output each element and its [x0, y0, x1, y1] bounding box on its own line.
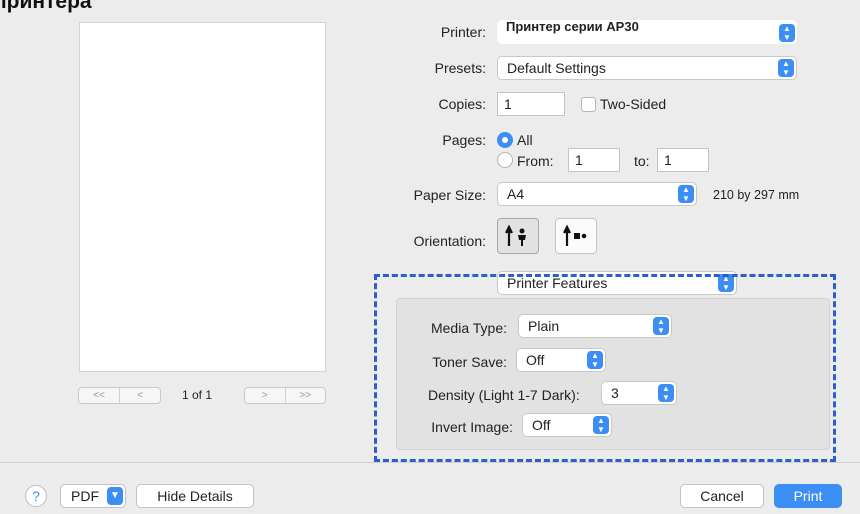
two-sided-checkbox[interactable]: [581, 97, 596, 112]
help-button[interactable]: ?: [25, 485, 47, 507]
pages-to-label: to:: [634, 153, 650, 169]
printer-value: Принтер серии AP30: [506, 19, 639, 34]
pages-all-label: All: [517, 132, 533, 148]
printer-select[interactable]: Принтер серии AP30 ▲ ▼: [497, 20, 797, 44]
paper-size-stepper-icon: ▲ ▼: [678, 185, 694, 203]
paper-size-select[interactable]: A4 ▲ ▼: [497, 182, 697, 206]
pdf-label: PDF: [71, 488, 99, 504]
footer-divider: [0, 462, 860, 463]
preview-back-control: << <: [78, 387, 161, 404]
pages-from-label: From:: [517, 153, 554, 169]
landscape-orientation-button[interactable]: [555, 218, 597, 254]
hide-details-button[interactable]: Hide Details: [136, 484, 254, 508]
presets-label: Presets:: [434, 60, 486, 76]
highlight-box: [374, 274, 836, 462]
previous-page-button[interactable]: <: [119, 388, 160, 403]
print-button[interactable]: Print: [774, 484, 842, 508]
cancel-button[interactable]: Cancel: [680, 484, 764, 508]
page-indicator: 1 of 1: [182, 388, 213, 402]
copies-input[interactable]: 1: [497, 92, 565, 116]
copies-label: Copies:: [438, 96, 486, 112]
pages-from-input[interactable]: 1: [568, 148, 620, 172]
landscape-icon: [563, 224, 587, 246]
paper-size-value: A4: [507, 186, 525, 202]
next-page-button[interactable]: >: [245, 388, 285, 403]
last-page-button[interactable]: >>: [284, 388, 326, 403]
pages-from-radio[interactable]: [497, 152, 513, 168]
presets-stepper-icon: ▲ ▼: [778, 59, 794, 77]
portrait-orientation-button[interactable]: [497, 218, 539, 254]
pages-all-radio[interactable]: [497, 132, 513, 148]
orientation-label: Orientation:: [413, 233, 486, 249]
printer-stepper-icon: ▲ ▼: [779, 24, 795, 42]
two-sided-label: Two-Sided: [600, 96, 667, 112]
printer-label: Printer:: [440, 24, 486, 40]
presets-select[interactable]: Default Settings ▲ ▼: [497, 56, 797, 80]
paper-dimensions: 210 by 297 mm: [713, 188, 800, 202]
paper-size-label: Paper Size:: [413, 187, 486, 203]
pages-label: Pages:: [442, 132, 486, 148]
pages-to-input[interactable]: 1: [657, 148, 709, 172]
preview-forward-control: > >>: [244, 387, 326, 404]
presets-value: Default Settings: [507, 60, 606, 76]
chevron-down-icon: ▼: [107, 487, 123, 505]
portrait-icon: [505, 224, 526, 246]
print-preview: [79, 22, 326, 372]
page-heading: принтера: [0, 0, 92, 13]
first-page-button[interactable]: <<: [79, 388, 119, 403]
pdf-menu-button[interactable]: PDF ▼: [60, 484, 126, 508]
